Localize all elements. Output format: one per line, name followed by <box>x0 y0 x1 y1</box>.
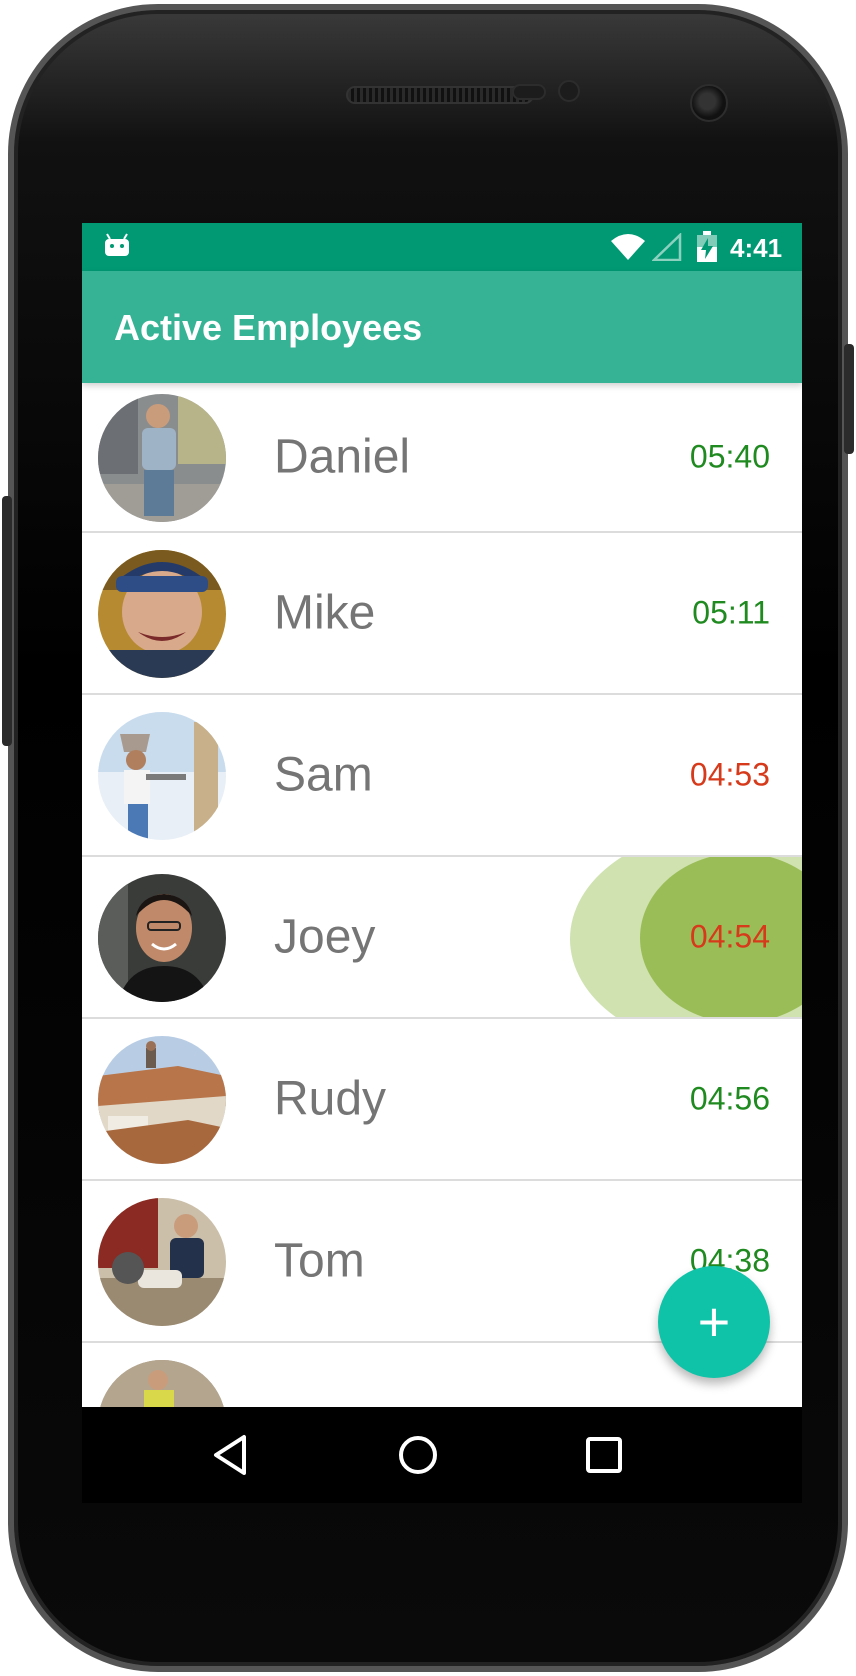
status-bar: 4:41 <box>82 223 802 271</box>
employee-name: Sam <box>274 748 373 802</box>
android-notification-icon <box>105 233 129 256</box>
navigation-bar <box>82 1407 802 1503</box>
employee-time: 04:56 <box>689 1080 770 1117</box>
page-title: Active Employees <box>114 307 423 348</box>
app-bar: Active Employees <box>82 271 802 383</box>
employee-time: 04:53 <box>689 756 770 793</box>
front-camera <box>690 84 728 122</box>
light-sensor <box>558 80 580 102</box>
wifi-icon <box>611 234 645 260</box>
employee-name: Tom <box>274 1234 365 1288</box>
list-item[interactable]: Mike 05:11 <box>82 533 802 695</box>
status-time: 4:41 <box>730 233 783 263</box>
proximity-sensor <box>512 84 546 100</box>
signal-icon <box>652 233 682 261</box>
speaker-grille <box>346 86 534 104</box>
avatar <box>98 712 226 840</box>
power-button <box>844 344 854 454</box>
employee-name: Daniel <box>274 430 411 484</box>
recents-icon[interactable] <box>580 1431 628 1479</box>
employee-name: Joey <box>274 910 376 964</box>
list-item[interactable]: Sam 04:53 <box>82 695 802 857</box>
avatar <box>98 874 226 1002</box>
phone-frame: 4:41 Active Employees Daniel 05:40 Mike … <box>8 4 848 1672</box>
volume-button <box>2 496 12 746</box>
employee-time: 04:54 <box>689 918 770 955</box>
employee-name: Rudy <box>274 1072 387 1126</box>
list-item[interactable]: Joey 04:54 <box>82 857 802 1019</box>
avatar <box>98 550 226 678</box>
employee-time: 05:11 <box>692 594 770 631</box>
add-employee-button[interactable]: + <box>658 1266 770 1378</box>
back-icon[interactable] <box>208 1431 256 1479</box>
employee-time: 05:40 <box>689 438 770 475</box>
avatar <box>98 1036 226 1164</box>
avatar <box>98 1198 226 1326</box>
avatar <box>98 394 226 522</box>
battery-charging-icon <box>697 231 717 262</box>
list-item[interactable]: Rudy 04:56 <box>82 1019 802 1181</box>
employee-name: Mike <box>274 586 376 640</box>
list-item[interactable]: Daniel 05:40 <box>82 383 802 533</box>
screen: 4:41 Active Employees Daniel 05:40 Mike … <box>82 223 802 1503</box>
home-icon[interactable] <box>394 1431 442 1479</box>
